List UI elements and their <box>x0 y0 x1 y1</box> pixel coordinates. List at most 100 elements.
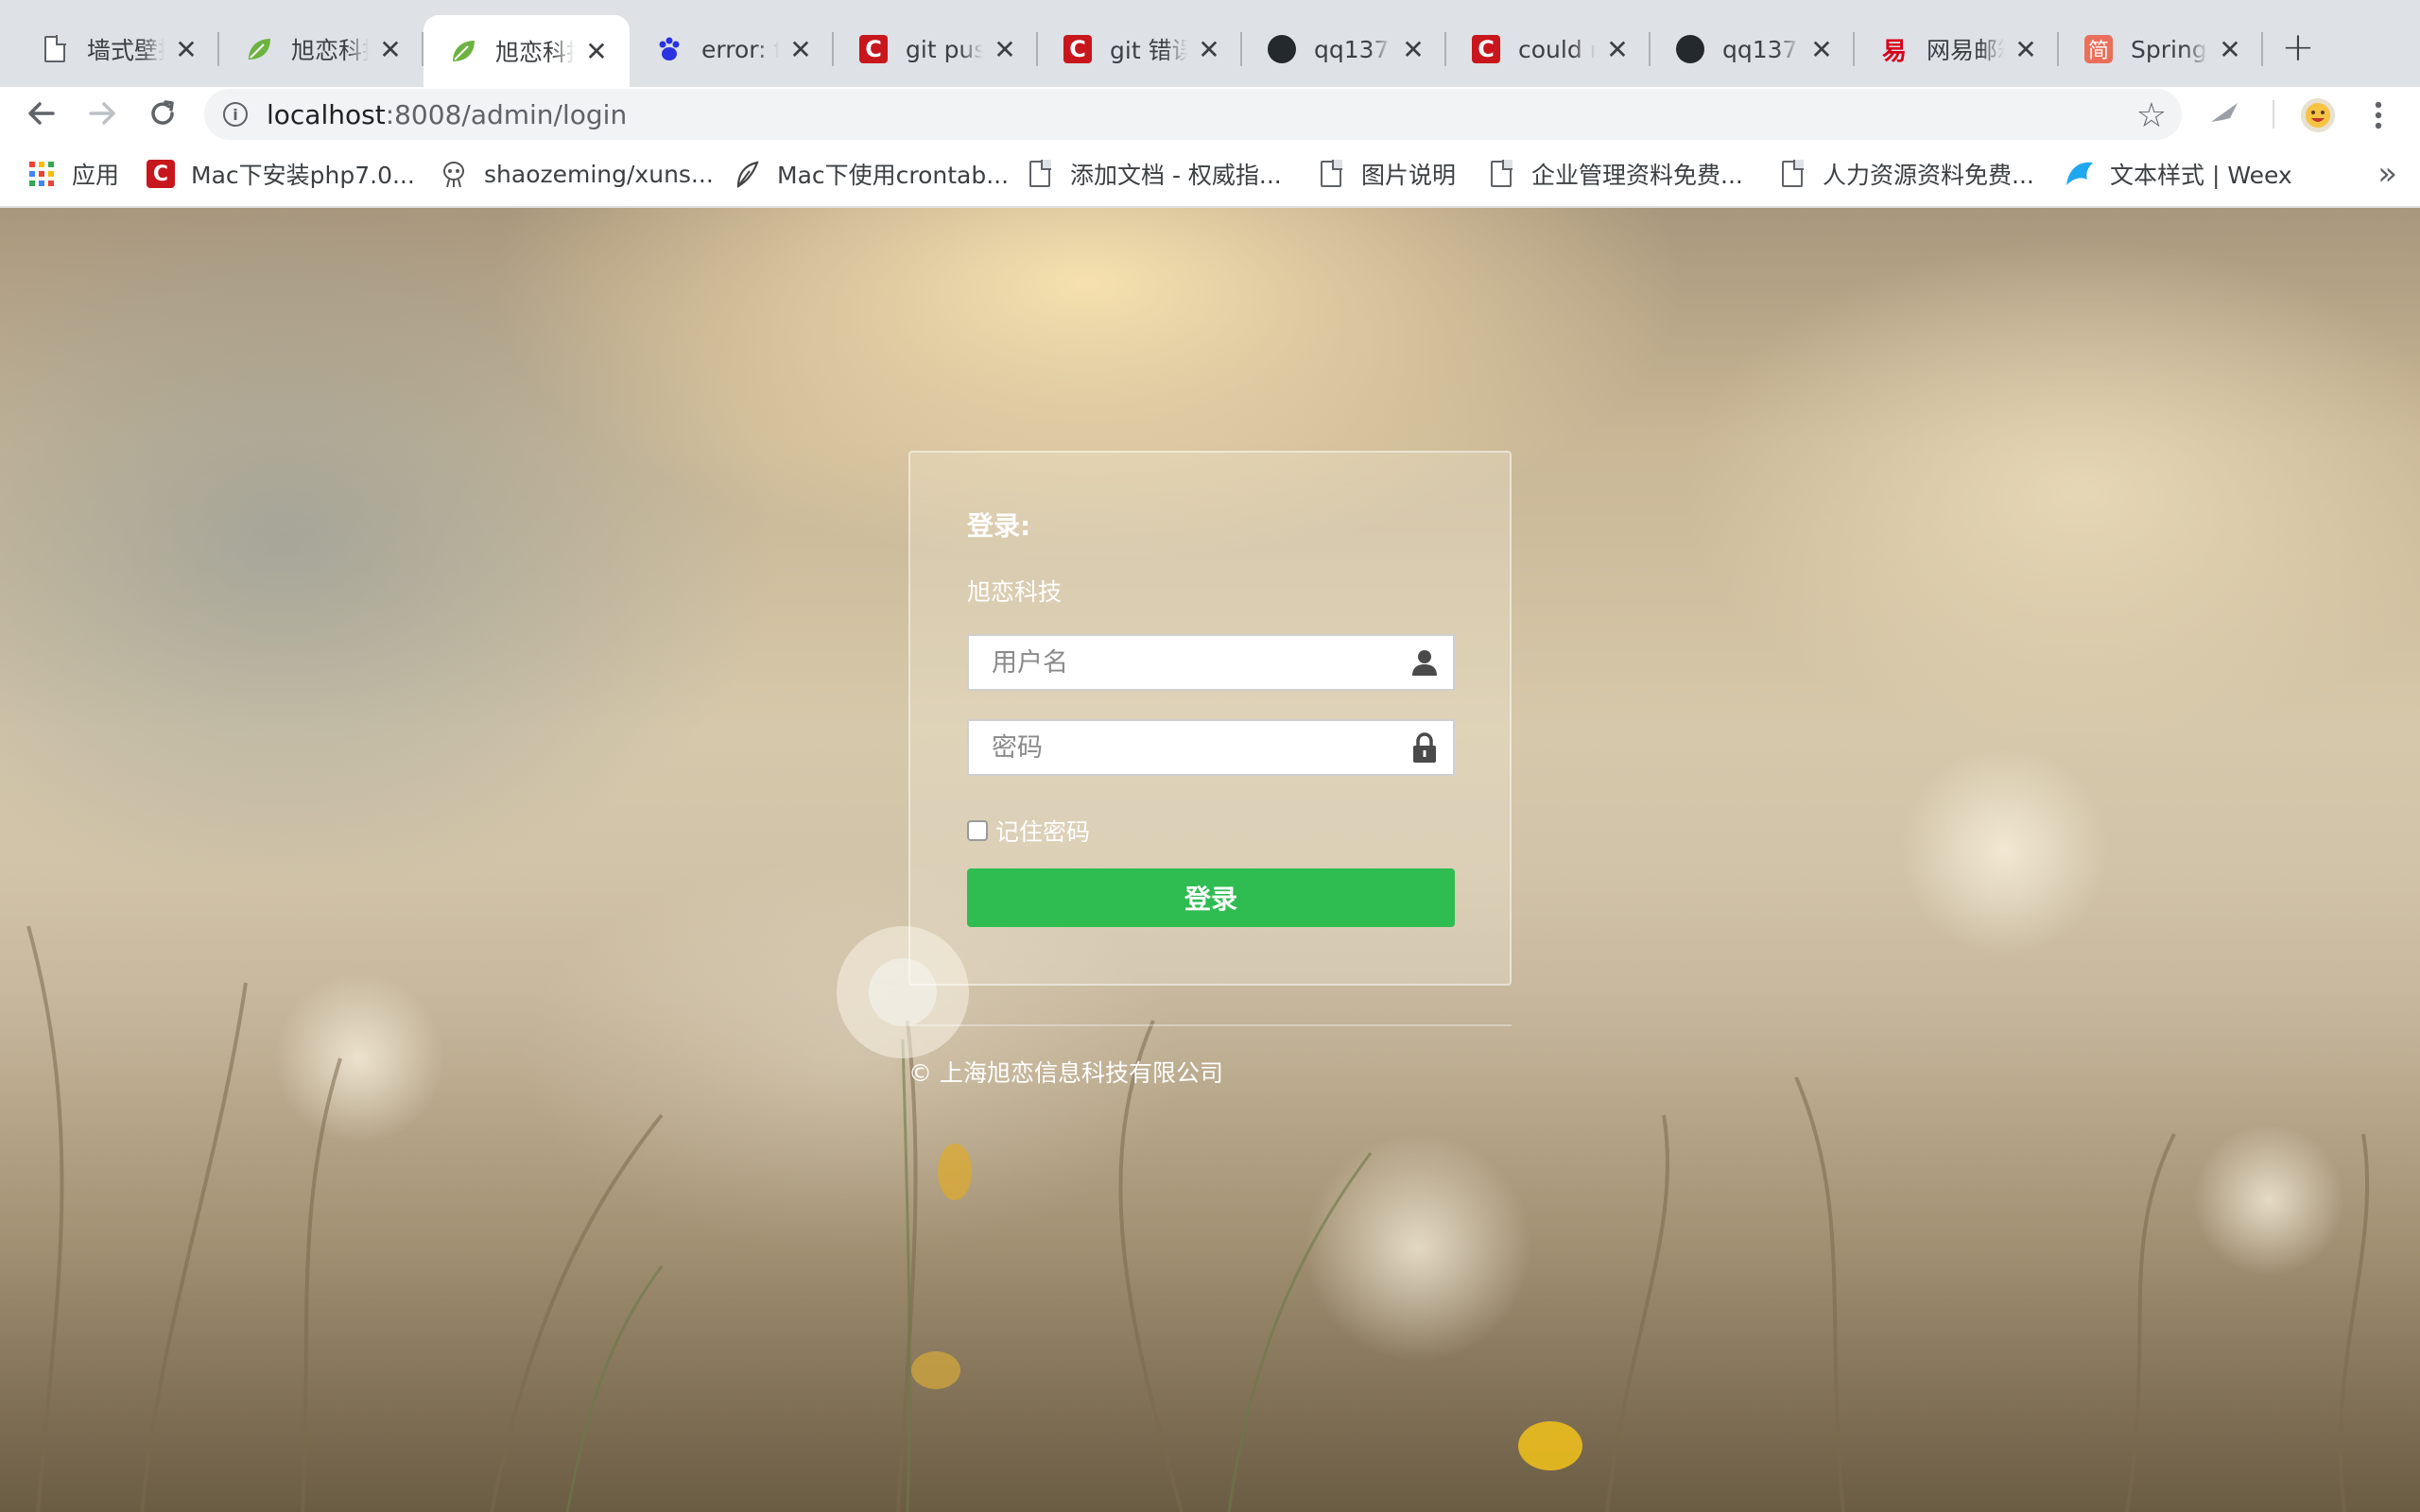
tab-5[interactable]: C git 错误 ✕ <box>1038 17 1242 81</box>
feather-icon <box>732 159 762 189</box>
document-icon <box>1777 159 1807 189</box>
url-text[interactable]: localhost:8008/admin/login <box>267 99 627 130</box>
bookmark-item[interactable]: 添加文档 - 权威指... <box>1025 157 1282 191</box>
tab-6[interactable]: qq1375 ✕ <box>1242 17 1446 81</box>
bookmark-label: 文本样式 | Weex <box>2110 162 2292 189</box>
tab-title: 网易邮箱 <box>1927 37 2004 64</box>
copyright-text: © 上海旭恋信息科技有限公司 <box>908 1059 1223 1087</box>
close-icon[interactable]: ✕ <box>1603 34 1632 65</box>
netease-icon: 易 <box>1881 37 1907 66</box>
csdn-icon: C <box>858 34 889 64</box>
bookmark-label: 图片说明 <box>1361 162 1457 189</box>
login-button[interactable]: 登录 <box>967 868 1455 927</box>
tab-title: error: fa <box>701 35 779 63</box>
tab-title: 旭恋科技 <box>291 37 369 64</box>
csdn-icon: C <box>1471 34 1501 64</box>
tab-strip: 墙式壁挂 ✕ 旭恋科技 ✕ 旭恋科技 ✕ error: fa ✕ C git p… <box>0 0 2420 87</box>
bookmark-label: Mac下使用crontab... <box>777 162 1010 189</box>
tab-8[interactable]: qq1375 ✕ <box>1651 17 1855 81</box>
bookmark-apps[interactable]: 应用 <box>26 157 119 191</box>
profile-avatar-icon[interactable] <box>2299 96 2337 134</box>
tab-1[interactable]: 旭恋科技 ✕ <box>219 17 424 81</box>
forward-arrow-icon <box>89 102 115 125</box>
remember-password[interactable]: 记住密码 <box>967 814 1090 848</box>
bookmark-label: 添加文档 - 权威指... <box>1070 162 1282 189</box>
username-field[interactable] <box>967 634 1455 691</box>
tab-title: SpringB <box>2131 35 2208 63</box>
tab-2-active[interactable]: 旭恋科技 ✕ <box>424 15 630 87</box>
lock-icon <box>1396 721 1453 774</box>
info-icon[interactable]: i <box>223 102 248 127</box>
github-icon <box>1267 34 1297 64</box>
document-icon <box>1316 159 1346 189</box>
bookmarks-overflow-button[interactable]: » <box>2377 155 2397 193</box>
jianshu-icon: 简 <box>2083 34 2114 64</box>
tab-3[interactable]: error: fa ✕ <box>630 17 834 81</box>
bookmark-label: shaozeming/xuns... <box>484 160 714 188</box>
bookmark-item[interactable]: shaozeming/xuns... <box>439 157 714 191</box>
close-icon[interactable]: ✕ <box>1399 34 1427 65</box>
tab-title: could no <box>1518 35 1596 63</box>
reload-button[interactable] <box>140 91 185 136</box>
close-icon[interactable]: ✕ <box>991 34 1019 65</box>
tab-10[interactable]: 简 SpringB ✕ <box>2059 17 2263 81</box>
close-icon[interactable]: ✕ <box>582 36 611 67</box>
url-host: localhost <box>267 98 386 130</box>
github-icon <box>1675 34 1705 64</box>
tab-9[interactable]: 易 网易邮箱 ✕ <box>1855 17 2059 81</box>
close-icon[interactable]: ✕ <box>2216 34 2244 65</box>
forward-button[interactable] <box>79 91 125 136</box>
menu-kebab-icon[interactable] <box>2360 96 2397 134</box>
close-icon[interactable]: ✕ <box>172 34 200 65</box>
bookmark-item[interactable]: Mac下使用crontab... <box>732 157 1009 191</box>
remember-checkbox[interactable] <box>967 820 988 841</box>
bookmark-item[interactable]: 图片说明 <box>1316 157 1456 191</box>
document-icon <box>40 34 70 64</box>
company-name: 旭恋科技 <box>967 578 1063 606</box>
tab-title: 旭恋科技 <box>495 39 575 66</box>
bookmark-item[interactable]: C Mac下安装php7.0... <box>146 157 415 191</box>
csdn-icon: C <box>146 159 176 189</box>
tab-title: git 错误 <box>1110 37 1187 64</box>
back-button[interactable] <box>19 91 64 136</box>
spring-leaf-icon <box>244 34 274 64</box>
close-icon[interactable]: ✕ <box>1195 34 1223 65</box>
extension-bird-icon[interactable] <box>2206 96 2244 134</box>
login-panel: 登录: 旭恋科技 记住密码 登录 <box>908 451 1512 986</box>
login-heading: 登录: <box>967 510 1031 541</box>
address-bar[interactable]: i localhost:8008/admin/login ☆ <box>204 89 2182 140</box>
apps-grid-icon <box>26 159 57 189</box>
bookmark-label: 企业管理资料免费... <box>1531 162 1743 189</box>
remember-label: 记住密码 <box>995 818 1091 846</box>
csdn-icon: C <box>1063 34 1093 64</box>
bookmark-item[interactable]: 文本样式 | Weex <box>2065 157 2292 191</box>
tab-title: git push <box>906 35 983 63</box>
close-icon[interactable]: ✕ <box>376 34 405 65</box>
bookmark-item[interactable]: 企业管理资料免费... <box>1486 157 1743 191</box>
user-icon <box>1396 636 1453 689</box>
reload-icon <box>151 100 174 125</box>
bookmarks-bar: 应用 C Mac下安装php7.0... shaozeming/xuns... … <box>0 140 2420 208</box>
weex-icon <box>2065 159 2095 189</box>
password-field[interactable] <box>967 719 1455 776</box>
browser-toolbar: i localhost:8008/admin/login ☆ <box>0 87 2420 140</box>
close-icon[interactable]: ✕ <box>2012 34 2040 65</box>
tab-0[interactable]: 墙式壁挂 ✕ <box>15 17 219 81</box>
tab-title: qq1375 <box>1314 35 1392 63</box>
new-tab-button[interactable]: + <box>2276 24 2320 70</box>
password-input[interactable] <box>969 721 1396 774</box>
tab-7[interactable]: C could no ✕ <box>1446 17 1651 81</box>
octocat-icon <box>439 159 469 189</box>
url-path: :8008/admin/login <box>385 98 628 130</box>
username-input[interactable] <box>969 636 1396 689</box>
document-icon <box>1025 159 1055 189</box>
bookmark-label: 人力资源资料免费... <box>1823 162 2034 189</box>
bookmark-star-icon[interactable]: ☆ <box>2136 96 2167 135</box>
footer-divider <box>908 1024 1512 1026</box>
login-page-background: 登录: 旭恋科技 记住密码 登录 © 上海旭恋信息科技有限公司 <box>0 208 2420 1512</box>
tab-4[interactable]: C git push ✕ <box>834 17 1038 81</box>
close-icon[interactable]: ✕ <box>1807 34 1836 65</box>
bookmark-item[interactable]: 人力资源资料免费... <box>1777 157 2034 191</box>
close-icon[interactable]: ✕ <box>786 34 815 65</box>
document-icon <box>1486 159 1516 189</box>
